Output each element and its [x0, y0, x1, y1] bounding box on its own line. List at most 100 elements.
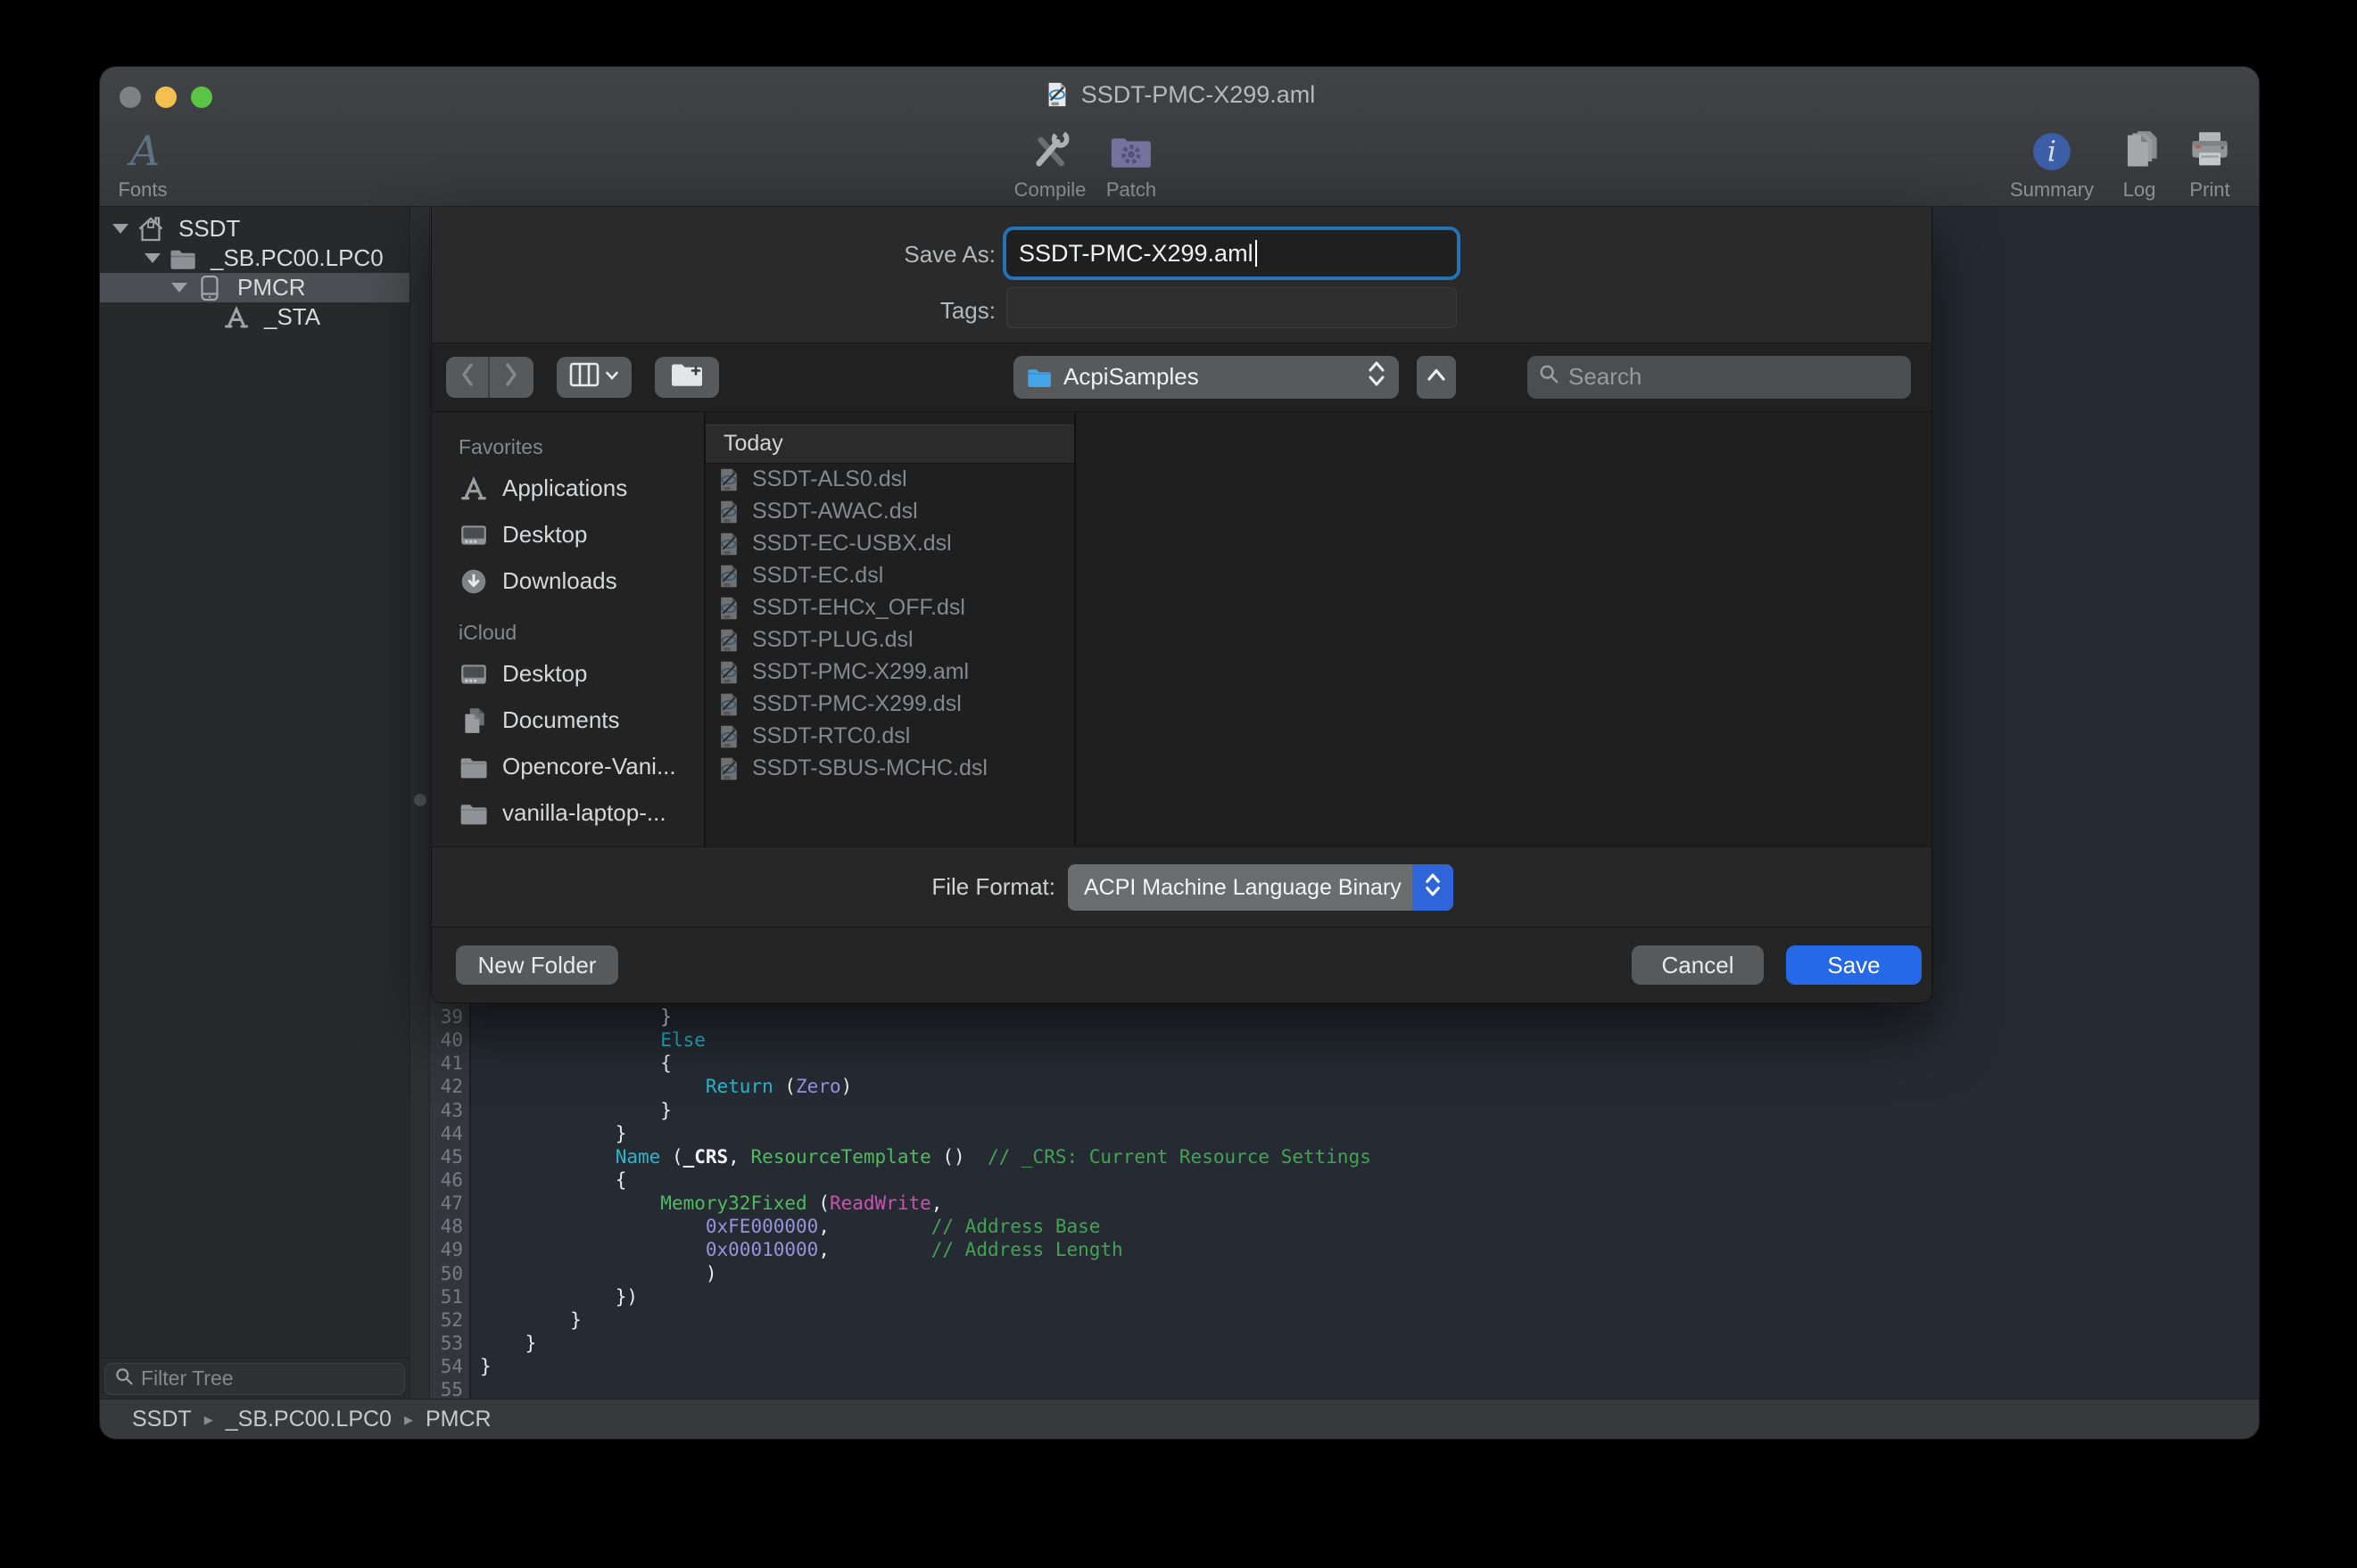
new-folder-icon-button[interactable] [655, 357, 719, 398]
breadcrumb-segment[interactable]: SSDT [132, 1407, 192, 1432]
sidebar-item-opencore-vani-[interactable]: Opencore-Vani... [432, 744, 704, 790]
sidebar-item-label: Desktop [502, 660, 587, 688]
file-row[interactable]: SSDT-EC.dsl [706, 560, 1074, 592]
toolbar-item-patch[interactable]: Patch [1106, 128, 1156, 202]
toolbar-item-fonts[interactable]: AFonts [118, 128, 167, 202]
chevron-down-icon [605, 369, 619, 385]
file-row[interactable]: SSDT-RTC0.dsl [706, 721, 1074, 753]
code-text: }) [471, 1286, 638, 1308]
acpi-tree: SSDT_SB.PC00.LPC0PMCR_STA [100, 207, 409, 1358]
breadcrumb-segment[interactable]: PMCR [426, 1407, 492, 1432]
aml-document-icon [716, 692, 741, 717]
file-row[interactable]: SSDT-AWAC.dsl [706, 496, 1074, 528]
file-name: SSDT-PMC-X299.dsl [752, 691, 962, 717]
code-text: { [471, 1052, 672, 1074]
file-name: SSDT-RTC0.dsl [752, 723, 910, 749]
file-format-row: File Format: ACPI Machine Language Binar… [432, 846, 1931, 927]
cancel-button[interactable]: Cancel [1632, 945, 1764, 985]
sidebar-item-vanilla-laptop-[interactable]: vanilla-laptop-... [432, 790, 704, 837]
blue-folder-icon [1026, 364, 1053, 391]
breadcrumb-separator: ▸ [204, 1408, 213, 1431]
line-number: 40 [430, 1029, 471, 1051]
line-number: 50 [430, 1263, 471, 1284]
view-mode-button[interactable] [557, 357, 632, 398]
code-line: 55 [430, 1378, 2259, 1399]
sidebar-section-title: Favorites [432, 430, 704, 466]
toolbar-item-log[interactable]: Log [2118, 128, 2161, 202]
back-button[interactable] [447, 357, 490, 398]
location-value: AcpiSamples [1063, 363, 1199, 391]
search-input[interactable]: Search [1527, 356, 1911, 399]
file-name: SSDT-SBUS-MCHC.dsl [752, 755, 988, 781]
breadcrumb-segment[interactable]: _SB.PC00.LPC0 [226, 1407, 392, 1432]
new-folder-button[interactable]: New Folder [456, 945, 618, 985]
forward-button[interactable] [490, 357, 533, 398]
code-line: 48 0xFE000000, // Address Base [430, 1215, 2259, 1238]
save-as-input[interactable]: SSDT-PMC-X299.aml [1006, 230, 1457, 276]
toolbar-item-label: Summary [2010, 178, 2094, 202]
sidebar-item-documents[interactable]: Documents [432, 697, 704, 744]
code-text: 0xFE000000, // Address Base [471, 1216, 1100, 1237]
toolbar-item-print[interactable]: Print [2188, 128, 2231, 202]
tree-item-pmcr[interactable]: PMCR [100, 273, 409, 302]
places-sidebar: FavoritesApplicationsDesktopDownloadsiCl… [432, 412, 706, 846]
tree-item-_sb.pc00.lpc0[interactable]: _SB.PC00.LPC0 [100, 243, 409, 273]
save-button[interactable]: Save [1786, 945, 1922, 985]
next-column-empty [1076, 412, 1931, 846]
save-dialog: Save As: SSDT-PMC-X299.aml Tags: A [431, 207, 1932, 1003]
folder-gray-icon [459, 798, 489, 829]
sidebar-item-label: Opencore-Vani... [502, 753, 676, 780]
dialog-buttons: New Folder Cancel Save [432, 927, 1931, 1003]
disclosure-triangle-icon[interactable] [109, 224, 132, 234]
splitter-handle[interactable] [414, 794, 426, 806]
print-icon [2188, 128, 2231, 172]
up-directory-button[interactable] [1417, 356, 1456, 399]
sidebar-item-label: Downloads [502, 567, 617, 595]
disclosure-triangle-icon[interactable] [141, 253, 164, 263]
code-text: } [471, 1123, 626, 1144]
file-row[interactable]: SSDT-ALS0.dsl [706, 464, 1074, 496]
new-folder-icon [670, 361, 704, 392]
code-line: 44 } [430, 1122, 2259, 1145]
tags-input[interactable] [1006, 287, 1457, 328]
sidebar-item-downloads[interactable]: Downloads [432, 558, 704, 605]
disclosure-triangle-icon[interactable] [168, 283, 191, 293]
sidebar-item-desktop[interactable]: Desktop [432, 651, 704, 697]
code-line: 54} [430, 1355, 2259, 1378]
code-line: 52 } [430, 1308, 2259, 1332]
file-row[interactable]: SSDT-EC-USBX.dsl [706, 528, 1074, 560]
toolbar-item-compile[interactable]: Compile [1014, 128, 1087, 202]
code-text: } [471, 1100, 672, 1121]
toolbar-item-label: Print [2189, 178, 2229, 202]
file-row[interactable]: SSDT-SBUS-MCHC.dsl [706, 753, 1074, 785]
file-name: SSDT-AWAC.dsl [752, 499, 918, 524]
filter-tree-input[interactable]: Filter Tree [104, 1363, 405, 1395]
sidebar-splitter[interactable] [409, 207, 430, 1399]
sidebar-item-label: Desktop [502, 521, 587, 549]
file-name: SSDT-EC-USBX.dsl [752, 531, 952, 557]
location-popup[interactable]: AcpiSamples [1013, 356, 1399, 399]
acpi-tree-sidebar: SSDT_SB.PC00.LPC0PMCR_STA Filter Tree [100, 207, 409, 1399]
sidebar-item-label: Applications [502, 475, 627, 502]
code-text: ) [471, 1263, 717, 1284]
browser-toolbar: AcpiSamples Search [432, 342, 1931, 412]
file-row[interactable]: SSDT-EHCx_OFF.dsl [706, 592, 1074, 624]
toolbar-item-summary[interactable]: iSummary [2010, 128, 2094, 202]
tree-item-ssdt[interactable]: SSDT [100, 214, 409, 243]
file-format-popup[interactable]: ACPI Machine Language Binary [1068, 864, 1453, 911]
tree-item-_sta[interactable]: _STA [100, 302, 409, 332]
code-text: Else [471, 1029, 706, 1051]
toolbar: AFonts Compile Patch iSummary Log Print [100, 120, 2259, 207]
code-line: 41 { [430, 1052, 2259, 1075]
sidebar-item-applications[interactable]: Applications [432, 466, 704, 512]
line-number: 47 [430, 1193, 471, 1214]
file-row[interactable]: SSDT-PMC-X299.aml [706, 656, 1074, 689]
sidebar-item-desktop[interactable]: Desktop [432, 512, 704, 558]
compile-icon [1029, 128, 1071, 172]
fonts-icon: A [121, 128, 164, 172]
file-row[interactable]: SSDT-PMC-X299.dsl [706, 689, 1074, 721]
file-row[interactable]: SSDT-PLUG.dsl [706, 624, 1074, 656]
columns-view-icon [569, 362, 600, 392]
tree-item-label: _STA [264, 303, 320, 331]
code-text: Return (Zero) [471, 1076, 852, 1097]
